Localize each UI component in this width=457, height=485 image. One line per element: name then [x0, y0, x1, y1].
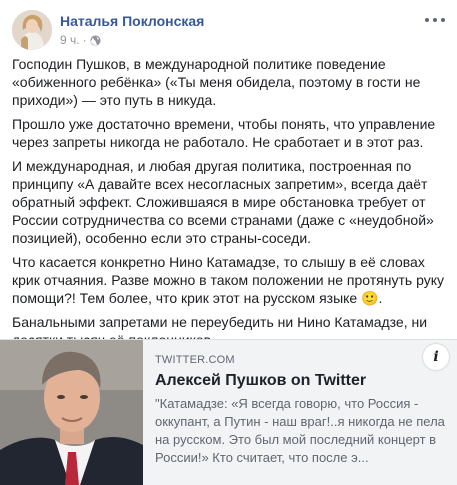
post-paragraph: Господин Пушков, в международной политик…: [12, 56, 421, 108]
link-thumbnail[interactable]: [0, 340, 143, 485]
globe-icon[interactable]: [90, 34, 101, 46]
author-name[interactable]: Наталья Поклонская: [60, 13, 204, 29]
author-avatar[interactable]: [12, 10, 52, 50]
link-card-text: TWITTER.COM Алексей Пушков on Twitter "К…: [155, 354, 445, 467]
meta-separator: ·: [82, 33, 87, 47]
post-paragraph: Прошло уже достаточно времени, чтобы пон…: [12, 116, 436, 150]
post-meta: 9 ч. ·: [60, 33, 101, 47]
link-description: "Катамадзе: «Я всегда говорю, что Россия…: [155, 396, 445, 465]
facebook-post: Наталья Поклонская 9 ч. · Господин Пушко…: [0, 0, 457, 485]
ellipsis-icon[interactable]: [425, 12, 445, 28]
post-paragraph: И международная, и любая другая политика…: [12, 158, 434, 246]
link-preview-card[interactable]: TWITTER.COM Алексей Пушков on Twitter "К…: [0, 339, 457, 485]
link-source: TWITTER.COM: [155, 354, 235, 366]
post-text: Господин Пушков, в международной политик…: [12, 55, 448, 355]
link-title[interactable]: Алексей Пушков on Twitter: [155, 371, 445, 391]
post-paragraph: Что касается конкретно Нино Катамадзе, т…: [12, 254, 444, 306]
post-header: Наталья Поклонская 9 ч. ·: [12, 10, 445, 50]
info-icon[interactable]: i: [423, 344, 449, 370]
post-time[interactable]: 9 ч.: [60, 33, 80, 47]
